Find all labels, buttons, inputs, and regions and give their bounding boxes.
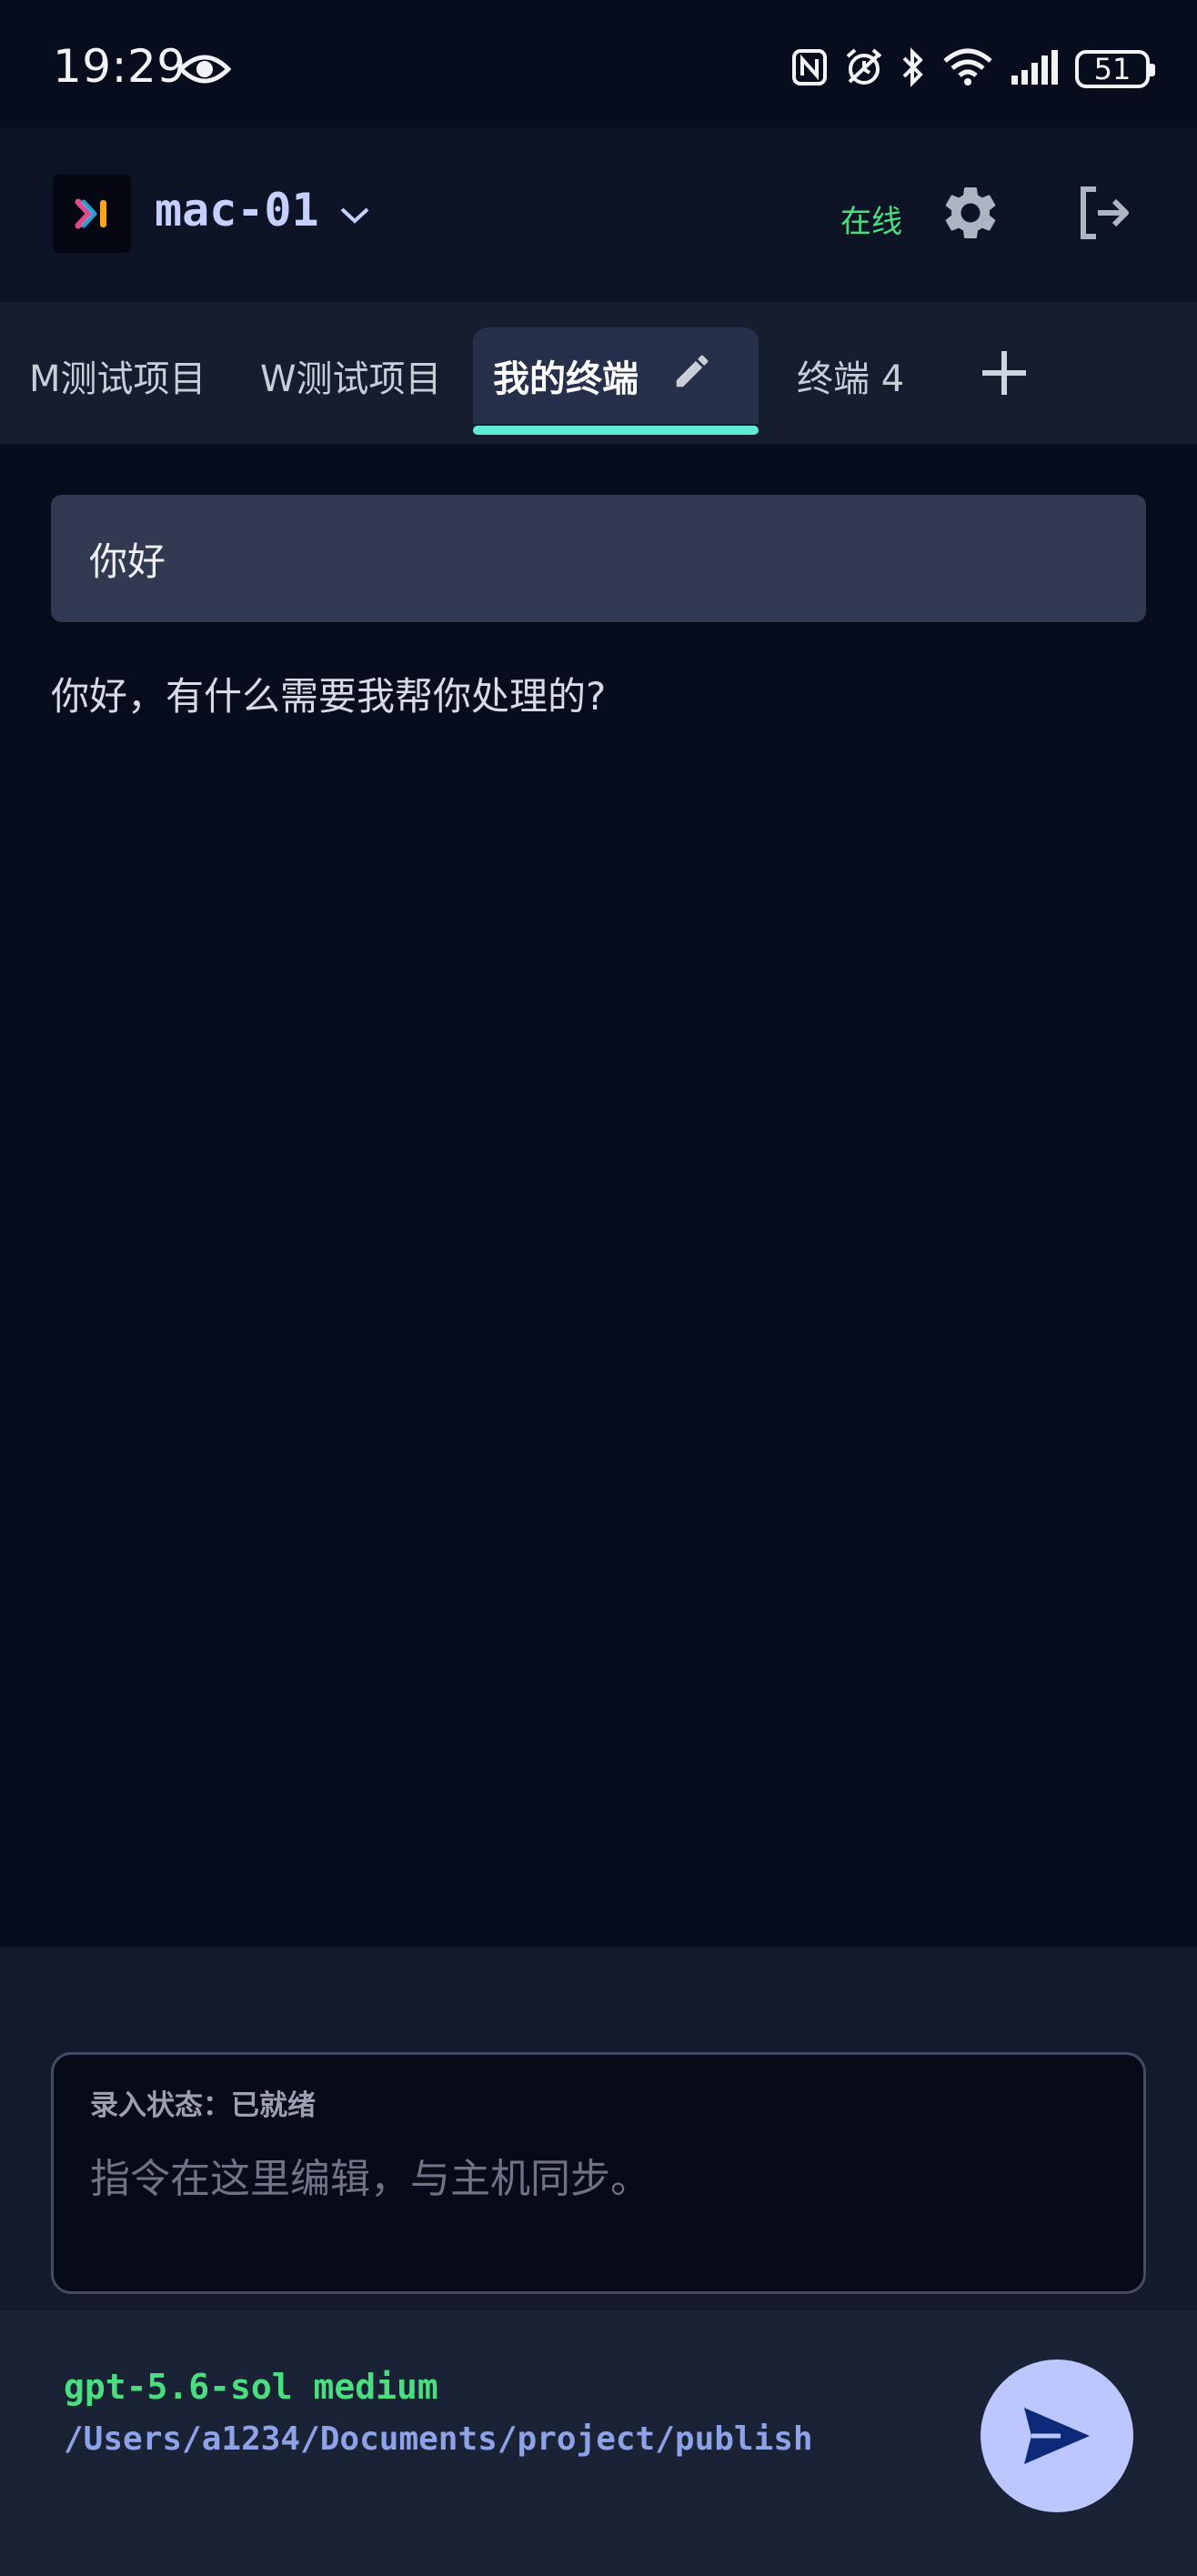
signal-icon [1010,48,1059,90]
assistant-reply: 你好，有什么需要我帮你处理的? [51,674,607,719]
nfc-icon [791,48,828,90]
active-tab-indicator [473,426,759,435]
bluetooth-icon [900,47,926,91]
logout-icon[interactable] [1078,184,1131,246]
user-message-text: 你好 [89,538,166,584]
model-label: gpt-5.6-sol medium [64,2367,438,2407]
host-selector[interactable]: mac-01 [155,184,370,236]
send-icon [1024,2408,1090,2464]
status-icons: 51 [791,47,1155,91]
tab-label: 终端 4 [797,358,905,400]
battery-icon: 51 [1075,50,1155,88]
command-input-box[interactable]: 录入状态：已就绪 [51,2052,1146,2294]
tab-w-project[interactable]: W测试项目 [260,327,442,424]
app-logo-icon [53,175,131,253]
connection-status: 在线 [840,204,902,240]
host-name: mac-01 [155,184,319,236]
gear-icon[interactable] [939,181,1002,248]
app-header: mac-01 在线 [0,127,1197,302]
tab-m-project[interactable]: M测试项目 [29,327,206,424]
tab-terminal-4[interactable]: 终端 4 [797,327,904,424]
input-status: 录入状态：已就绪 [90,2089,316,2122]
alarm-icon [844,47,884,91]
wifi-icon [942,48,993,90]
tab-label: 我的终端 [493,358,639,400]
working-directory: /Users/a1234/Documents/project/publish [64,2420,813,2458]
tab-label: W测试项目 [260,358,442,400]
status-time: 19:29 [53,40,186,93]
pencil-icon[interactable] [671,350,713,401]
user-message: 你好 [51,495,1146,622]
chevron-down-icon [339,184,370,236]
input-area: 录入状态：已就绪 [0,1947,1197,2310]
send-button[interactable] [981,2360,1133,2512]
add-tab-icon[interactable] [977,346,1031,404]
status-bar: 19:29 51 [0,0,1197,127]
tab-label: M测试项目 [29,358,206,400]
tab-my-terminal[interactable]: 我的终端 [473,327,759,435]
eye-icon [177,51,232,91]
command-input[interactable] [90,2146,1091,2219]
